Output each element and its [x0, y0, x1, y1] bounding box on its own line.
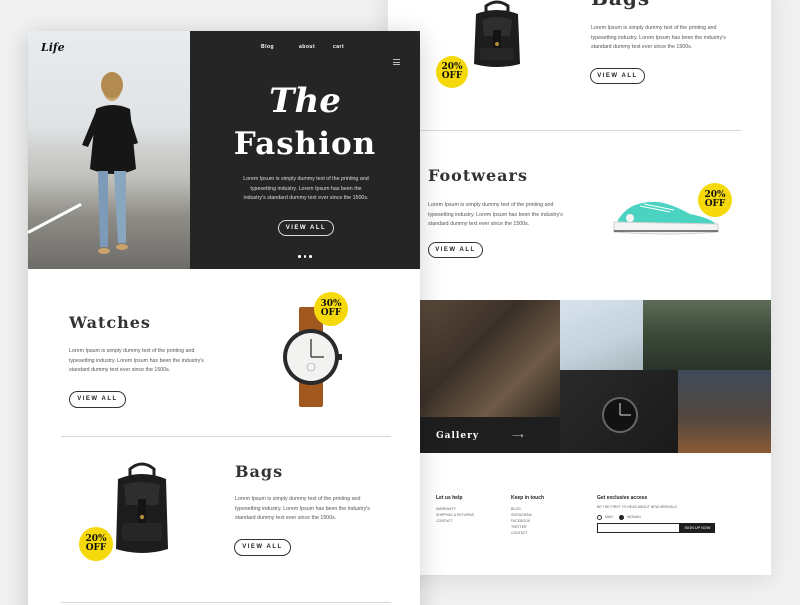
- footer-touch-title: Keep in touch: [511, 495, 545, 501]
- carousel-dot[interactable]: [303, 255, 306, 258]
- hero-model-figure: [82, 72, 138, 254]
- gallery-image-sitting[interactable]: [420, 300, 560, 417]
- footer-help-link[interactable]: CONTACT: [436, 519, 453, 523]
- footer-access-subtitle: BE THE FIRST TO HEAR ABOUT NEW ARRIVALS: [597, 505, 677, 509]
- logo[interactable]: Life: [41, 41, 65, 54]
- back-page: 20% OFF Bags Lorem Ipsum is simply dummy…: [388, 0, 771, 575]
- carousel-dot[interactable]: [298, 255, 301, 258]
- email-input[interactable]: [597, 523, 680, 533]
- gallery-arrow-icon[interactable]: ⟶: [512, 431, 523, 440]
- footwears-text: Lorem Ipsum is simply dummy text of the …: [428, 202, 563, 227]
- hero-view-all-button[interactable]: VIEW ALL: [278, 220, 334, 236]
- bags-view-all-button[interactable]: VIEW ALL: [234, 539, 291, 556]
- hero-photo-ground-line: [28, 203, 82, 234]
- back-bags-badge: 20% OFF: [436, 56, 468, 88]
- bags-title: Bags: [235, 462, 284, 481]
- front-page: Life Blog about cart The Fashion Lorem I…: [28, 31, 420, 605]
- radio-woman[interactable]: [619, 515, 624, 520]
- front-bottom-divider: [61, 602, 391, 603]
- front-divider: [61, 436, 391, 437]
- back-bags-view-all-button[interactable]: VIEW ALL: [590, 68, 645, 84]
- hero-photo: [28, 31, 190, 269]
- footer-touch-link[interactable]: INSTAGRAM: [511, 513, 532, 517]
- bag-image: [116, 462, 168, 553]
- carousel-dot[interactable]: [309, 255, 312, 258]
- back-divider: [421, 130, 741, 131]
- footwears-view-all-button[interactable]: VIEW ALL: [428, 242, 483, 258]
- hero-text: Lorem Ipsum is simply dummy text of the …: [243, 176, 369, 201]
- nav-about[interactable]: about: [299, 44, 315, 50]
- radio-man[interactable]: [597, 515, 602, 520]
- hero-panel: Blog about cart The Fashion Lorem Ipsum …: [190, 31, 420, 269]
- footer-help-link[interactable]: SHIPPING & RETURNS: [436, 513, 474, 517]
- watches-view-all-button[interactable]: VIEW ALL: [69, 391, 126, 408]
- signup-button[interactable]: SIGN UP NOW: [680, 523, 715, 533]
- gallery-grid: Gallery ⟶: [420, 300, 771, 453]
- footer-touch-link[interactable]: BLOG: [511, 507, 521, 511]
- footer-touch-link[interactable]: FACEBOOK: [511, 519, 530, 523]
- nav-blog[interactable]: Blog: [261, 44, 274, 50]
- footwears-badge: 20% OFF: [698, 183, 732, 217]
- back-bags-text: Lorem Ipsum is simply dummy text of the …: [591, 25, 726, 50]
- menu-icon[interactable]: [393, 59, 400, 65]
- gallery-label: Gallery: [436, 431, 480, 441]
- gallery-image-outdoor[interactable]: [643, 300, 771, 370]
- gallery-image-handbag[interactable]: [678, 370, 771, 453]
- hero-title-script: The: [269, 81, 341, 121]
- footwears-title: Footwears: [428, 166, 528, 185]
- footer-access-title: Get exclusive access: [597, 495, 648, 501]
- radio-man-label: MAN: [605, 515, 613, 519]
- gallery-image-wrist[interactable]: [560, 300, 643, 370]
- footer: Let us help WARRANTY SHIPPING & RETURNS …: [436, 495, 756, 565]
- radio-woman-label: WOMAN: [627, 515, 641, 519]
- back-bags-title: Bags: [591, 0, 650, 10]
- watches-title: Watches: [69, 313, 151, 332]
- carousel-dots[interactable]: [298, 255, 312, 258]
- footer-help-link[interactable]: WARRANTY: [436, 507, 456, 511]
- bags-text: Lorem Ipsum is simply dummy text of the …: [235, 496, 370, 521]
- watches-badge: 30% OFF: [314, 292, 348, 326]
- nav-cart[interactable]: cart: [333, 44, 344, 50]
- footer-help-title: Let us help: [436, 495, 463, 501]
- footer-touch-link[interactable]: TWITTER: [511, 525, 527, 529]
- gallery-watch-face: [602, 397, 638, 433]
- hero-title: Fashion: [233, 126, 377, 162]
- backpack-image: [474, 0, 520, 67]
- footer-touch-link[interactable]: CONTACT: [511, 531, 528, 535]
- watches-text: Lorem Ipsum is simply dummy text of the …: [69, 348, 204, 373]
- bags-badge: 20% OFF: [79, 527, 113, 561]
